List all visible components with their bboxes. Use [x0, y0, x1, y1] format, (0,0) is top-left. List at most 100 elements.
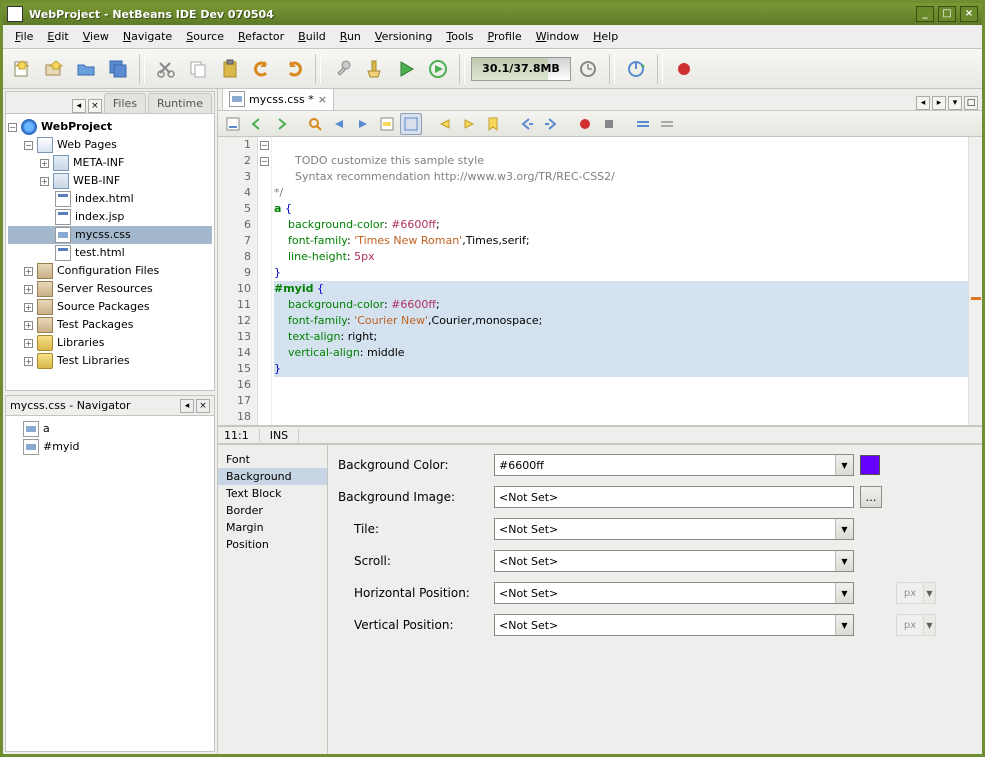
prop-cat-position[interactable]: Position: [218, 536, 327, 553]
chevron-down-icon[interactable]: ▼: [835, 455, 853, 475]
cut-button[interactable]: [151, 54, 181, 84]
proj-tab-left-icon[interactable]: ◂: [72, 99, 86, 113]
back-button[interactable]: [246, 113, 268, 135]
undo-button[interactable]: [247, 54, 277, 84]
bgcolor-combo[interactable]: ▼: [494, 454, 854, 476]
memory-meter[interactable]: 30.1/37.8MB: [471, 57, 571, 81]
new-file-button[interactable]: [7, 54, 37, 84]
menu-run[interactable]: Run: [334, 28, 367, 45]
chevron-down-icon[interactable]: ▼: [835, 551, 853, 571]
shift-right-button[interactable]: [540, 113, 562, 135]
menu-tools[interactable]: Tools: [440, 28, 479, 45]
tree-item[interactable]: mycss.css: [8, 226, 212, 244]
menu-versioning[interactable]: Versioning: [369, 28, 438, 45]
prev-bookmark-button[interactable]: [434, 113, 456, 135]
menu-view[interactable]: View: [77, 28, 115, 45]
comment-button[interactable]: [632, 113, 654, 135]
menu-refactor[interactable]: Refactor: [232, 28, 290, 45]
scroll-combo[interactable]: ▼: [494, 550, 854, 572]
chevron-down-icon[interactable]: ▼: [835, 519, 853, 539]
clean-build-button[interactable]: [359, 54, 389, 84]
nav-close-icon[interactable]: ×: [196, 399, 210, 413]
tree-item[interactable]: index.html: [8, 190, 212, 208]
error-mark[interactable]: [971, 297, 981, 300]
macro-record-button[interactable]: [574, 113, 596, 135]
prop-cat-background[interactable]: Background: [218, 468, 327, 485]
tree-item[interactable]: +Libraries: [8, 334, 212, 352]
minimize-button[interactable]: _: [916, 6, 934, 22]
forward-button[interactable]: [270, 113, 292, 135]
bgimg-input[interactable]: [494, 486, 854, 508]
menu-build[interactable]: Build: [292, 28, 332, 45]
find-next-button[interactable]: [352, 113, 374, 135]
toggle-bookmark-button[interactable]: [482, 113, 504, 135]
menu-window[interactable]: Window: [530, 28, 585, 45]
projects-tree[interactable]: −WebProject−Web Pages+META-INF+WEB-INFin…: [6, 114, 214, 390]
new-project-button[interactable]: [39, 54, 69, 84]
gc-button[interactable]: [573, 54, 603, 84]
tree-item[interactable]: −Web Pages: [8, 136, 212, 154]
copy-button[interactable]: [183, 54, 213, 84]
chevron-down-icon[interactable]: ▼: [835, 615, 853, 635]
tab-close-icon[interactable]: ×: [318, 93, 327, 106]
tree-item[interactable]: +Configuration Files: [8, 262, 212, 280]
save-all-button[interactable]: [103, 54, 133, 84]
code-editor[interactable]: 123456789101112131415161718 −− TODO cust…: [218, 137, 982, 426]
tree-item[interactable]: +Test Packages: [8, 316, 212, 334]
tree-item[interactable]: index.jsp: [8, 208, 212, 226]
bgcolor-swatch[interactable]: [860, 455, 880, 475]
property-category-list[interactable]: FontBackgroundText BlockBorderMarginPosi…: [218, 445, 328, 754]
profile-button[interactable]: [621, 54, 651, 84]
tree-item[interactable]: +META-INF: [8, 154, 212, 172]
titlebar[interactable]: WebProject - NetBeans IDE Dev 070504 _ □…: [3, 3, 982, 25]
runtime-tab[interactable]: Runtime: [148, 93, 212, 113]
prop-cat-text-block[interactable]: Text Block: [218, 485, 327, 502]
uncomment-button[interactable]: [656, 113, 678, 135]
chevron-down-icon[interactable]: ▼: [835, 583, 853, 603]
menu-navigate[interactable]: Navigate: [117, 28, 178, 45]
proj-tab-close-icon[interactable]: ×: [88, 99, 102, 113]
find-prev-button[interactable]: [328, 113, 350, 135]
tree-item[interactable]: +WEB-INF: [8, 172, 212, 190]
tree-item[interactable]: #myid: [8, 438, 212, 456]
close-button[interactable]: ×: [960, 6, 978, 22]
menu-profile[interactable]: Profile: [481, 28, 527, 45]
shift-left-button[interactable]: [516, 113, 538, 135]
tree-item[interactable]: a: [8, 420, 212, 438]
maximize-button[interactable]: □: [938, 6, 956, 22]
macro-stop-button[interactable]: [598, 113, 620, 135]
find-sel-button[interactable]: [304, 113, 326, 135]
ed-tab-left-icon[interactable]: ◂: [916, 96, 930, 110]
editor-tab-mycss[interactable]: mycss.css * ×: [222, 89, 334, 110]
ed-tab-drop-icon[interactable]: ▾: [948, 96, 962, 110]
prop-cat-font[interactable]: Font: [218, 451, 327, 468]
last-edit-button[interactable]: [222, 113, 244, 135]
tree-item[interactable]: −WebProject: [8, 118, 212, 136]
menu-edit[interactable]: Edit: [41, 28, 74, 45]
files-tab[interactable]: Files: [104, 93, 146, 113]
error-stripe[interactable]: [968, 137, 982, 425]
menu-source[interactable]: Source: [180, 28, 230, 45]
nav-left-icon[interactable]: ◂: [180, 399, 194, 413]
tree-item[interactable]: +Test Libraries: [8, 352, 212, 370]
tree-item[interactable]: +Source Packages: [8, 298, 212, 316]
build-button[interactable]: [327, 54, 357, 84]
paste-button[interactable]: [215, 54, 245, 84]
prop-cat-border[interactable]: Border: [218, 502, 327, 519]
bgimg-browse-button[interactable]: …: [860, 486, 882, 508]
toggle-rule-button[interactable]: [400, 113, 422, 135]
ed-tab-max-icon[interactable]: □: [964, 96, 978, 110]
record-button[interactable]: [669, 54, 699, 84]
open-project-button[interactable]: [71, 54, 101, 84]
prop-cat-margin[interactable]: Margin: [218, 519, 327, 536]
hpos-combo[interactable]: ▼: [494, 582, 854, 604]
tree-item[interactable]: +Server Resources: [8, 280, 212, 298]
debug-button[interactable]: [423, 54, 453, 84]
toggle-highlight-button[interactable]: [376, 113, 398, 135]
menu-file[interactable]: File: [9, 28, 39, 45]
next-bookmark-button[interactable]: [458, 113, 480, 135]
tree-item[interactable]: test.html: [8, 244, 212, 262]
menu-help[interactable]: Help: [587, 28, 624, 45]
redo-button[interactable]: [279, 54, 309, 84]
ed-tab-right-icon[interactable]: ▸: [932, 96, 946, 110]
